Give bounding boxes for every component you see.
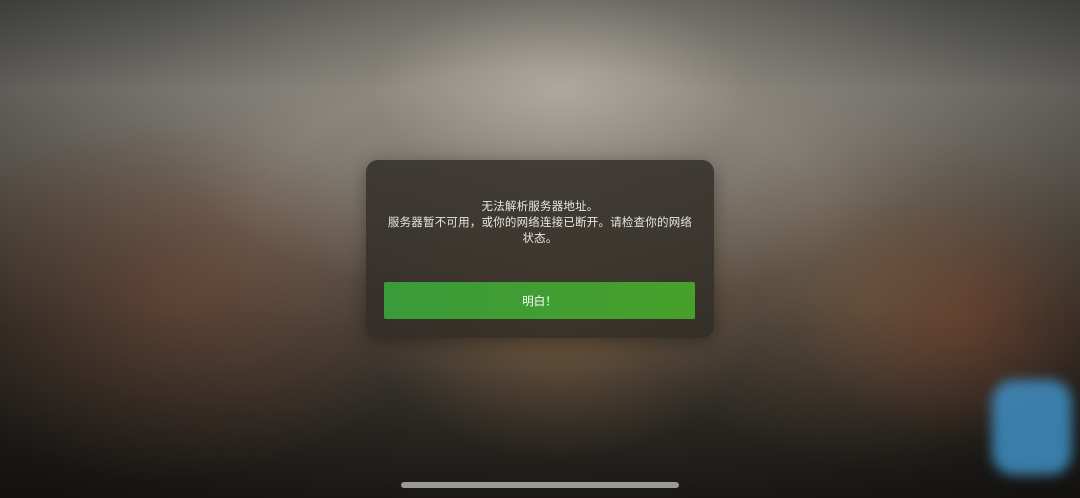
message-line-3: 状态。 bbox=[522, 231, 558, 245]
confirm-button[interactable]: 明白！ bbox=[384, 282, 695, 319]
blurred-game-background: 无法解析服务器地址。 服务器暂不可用，或你的网络连接已断开。请检查你的网络 状态… bbox=[0, 0, 1080, 498]
error-message: 无法解析服务器地址。 服务器暂不可用，或你的网络连接已断开。请检查你的网络 状态… bbox=[386, 198, 694, 246]
message-line-2: 服务器暂不可用，或你的网络连接已断开。请检查你的网络 bbox=[387, 215, 693, 229]
blurred-blue-element bbox=[992, 380, 1072, 475]
message-line-1: 无法解析服务器地址。 bbox=[481, 199, 599, 213]
confirm-button-label: 明白！ bbox=[522, 293, 557, 308]
home-indicator-bar[interactable] bbox=[401, 482, 679, 488]
error-dialog: 无法解析服务器地址。 服务器暂不可用，或你的网络连接已断开。请检查你的网络 状态… bbox=[366, 160, 714, 338]
